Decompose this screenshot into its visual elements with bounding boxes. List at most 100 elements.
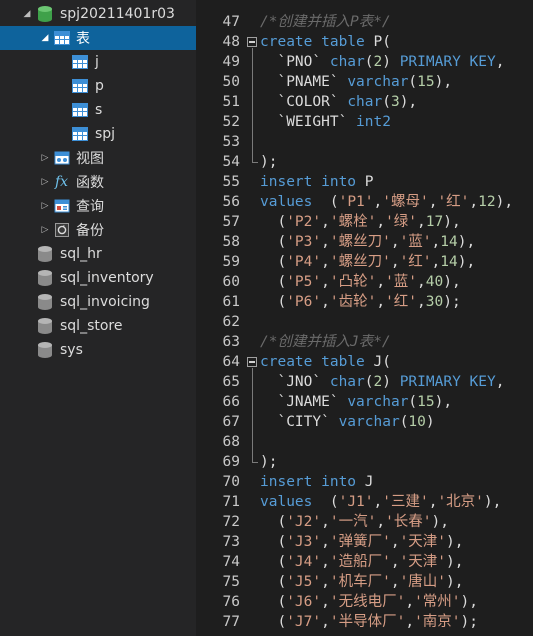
line-number: 59 [222, 254, 240, 270]
code-token: `PNAME` [260, 74, 348, 90]
expand-arrow-icon[interactable]: ◢ [22, 9, 32, 19]
line-number: 47 [222, 14, 240, 30]
tree-item-table-j[interactable]: j [0, 50, 196, 74]
code-token: create table [260, 34, 374, 50]
code-line[interactable]: ); [260, 452, 277, 472]
code-token: , [431, 234, 441, 250]
code-line[interactable]: create table P( [260, 32, 391, 52]
code-token: 17 [425, 214, 444, 230]
fold-toggle-icon[interactable] [247, 37, 257, 47]
code-token: varchar [347, 74, 409, 90]
tree-item-db-sys[interactable]: sys [0, 338, 196, 362]
tree-item-tables-folder[interactable]: ◢ 表 [0, 26, 196, 50]
code-line[interactable]: `JNO` char(2) PRIMARY KEY, [260, 372, 504, 392]
tree-item-db-sql-invoicing[interactable]: sql_invoicing [0, 290, 196, 314]
tree-item-database[interactable]: ◢ spj20211401r03 [0, 2, 196, 26]
line-number: 76 [222, 594, 240, 610]
line-number: 74 [222, 554, 240, 570]
code-token: 'P2' [286, 214, 322, 230]
code-token: `WEIGHT` [260, 114, 357, 130]
code-line[interactable]: ); [260, 152, 277, 172]
code-token: '北京' [437, 494, 484, 510]
tree-item-backups[interactable]: ▷ 备份 [0, 218, 196, 242]
code-line[interactable]: insert into J [260, 472, 374, 492]
code-token: 40 [425, 274, 444, 290]
code-line[interactable]: `COLOR` char(3), [260, 92, 417, 112]
code-line[interactable]: ('J3','弹簧厂','天津'), [260, 532, 463, 552]
code-line[interactable]: `WEIGHT` int2 [260, 112, 391, 132]
code-token: `JNAME` [260, 394, 348, 410]
backups-label: 备份 [76, 223, 104, 239]
code-token: ), [434, 394, 453, 410]
sql-editor[interactable]: 47 48 49 50 51 52 53 54 55 56 57 58 59 60 61 62 63 64 65 66… [196, 0, 533, 636]
line-number: 57 [222, 214, 240, 230]
code-token: ), [483, 494, 502, 510]
code-line[interactable]: ('P3','螺丝刀','蓝',14), [260, 232, 475, 252]
code-line[interactable]: ('J2','一汽','长春'), [260, 512, 449, 532]
code-line[interactable]: ('J7','半导体厂','南京'); [260, 612, 478, 632]
code-token: ); [260, 454, 278, 470]
line-number: 70 [222, 474, 240, 490]
code-token: 'J1' [338, 494, 374, 510]
tree-item-views[interactable]: ▷ 视图 [0, 146, 196, 170]
code-line[interactable]: create table J( [260, 352, 391, 372]
collapse-arrow-icon[interactable]: ▷ [40, 225, 50, 235]
code-line[interactable]: `PNO` char(2) PRIMARY KEY, [260, 52, 504, 72]
code-line[interactable]: /*创建并插入P表*/ [260, 12, 391, 32]
code-token: ), [399, 94, 418, 110]
code-token: J( [373, 354, 391, 370]
tree-item-db-sql-inventory[interactable]: sql_inventory [0, 266, 196, 290]
code-token: 15 [417, 394, 435, 410]
code-line[interactable]: `PNAME` varchar(15), [260, 72, 452, 92]
query-icon [54, 198, 70, 214]
tree-item-db-sql-hr[interactable]: sql_hr [0, 242, 196, 266]
tree-item-table-p[interactable]: p [0, 74, 196, 98]
code-token: create table [260, 354, 374, 370]
code-line[interactable]: /*创建并插入J表*/ [260, 332, 391, 352]
code-token: , [495, 54, 505, 70]
tree-item-queries[interactable]: ▷ 查询 [0, 194, 196, 218]
tree-item-table-spj[interactable]: spj [0, 122, 196, 146]
code-token: ), [460, 594, 478, 610]
code-token: char [347, 94, 383, 110]
code-token: , [376, 274, 386, 290]
code-line[interactable]: `JNAME` varchar(15), [260, 392, 452, 412]
fold-toggle-icon[interactable] [247, 357, 257, 367]
line-number-gutter: 47 48 49 50 51 52 53 54 55 56 57 58 59 60 61 62 63 64 65 66… [196, 0, 244, 636]
collapse-arrow-icon[interactable]: ▷ [40, 201, 50, 211]
code-line[interactable]: ('J4','造船厂','天津'), [260, 552, 463, 572]
collapse-arrow-icon[interactable]: ▷ [40, 153, 50, 163]
code-token: ); [260, 154, 278, 170]
tree-item-table-s[interactable]: s [0, 98, 196, 122]
code-line[interactable]: ('P4','螺丝刀','红',14), [260, 252, 475, 272]
code-line[interactable]: `CITY` varchar(10) [260, 412, 434, 432]
code-token: '天津' [399, 534, 447, 550]
code-token: , [390, 554, 400, 570]
code-line[interactable]: ('P5','凸轮','蓝',40), [260, 272, 460, 292]
code-line[interactable]: ('J6','无线电厂','常州'), [260, 592, 478, 612]
collapse-arrow-icon[interactable]: ▷ [40, 177, 50, 187]
line-number: 51 [222, 94, 240, 110]
fold-guide-line [252, 48, 253, 162]
code-token: 15 [417, 74, 435, 90]
line-number: 69 [222, 454, 240, 470]
expand-arrow-icon[interactable]: ◢ [40, 33, 50, 43]
code-token: '蓝' [385, 274, 418, 290]
code-token: /*创建并插入P表*/ [260, 14, 391, 30]
table-folder-icon [54, 31, 70, 45]
code-line[interactable]: ('J5','机车厂','唐山'), [260, 572, 464, 592]
line-number: 48 [222, 34, 240, 50]
code-line[interactable]: ('P2','螺栓','绿',17), [260, 212, 460, 232]
tree-item-functions[interactable]: ▷ fx 函数 [0, 170, 196, 194]
code-line[interactable]: values ('P1','螺母','红',12), [260, 192, 513, 212]
code-line[interactable]: insert into P [260, 172, 374, 192]
code-line[interactable]: ('P6','齿轮','红',30); [260, 292, 460, 312]
line-number: 52 [222, 114, 240, 130]
code-token: ), [446, 574, 464, 590]
line-number: 54 [222, 154, 240, 170]
code-token: 'P1' [338, 194, 374, 210]
tree-item-db-sql-store[interactable]: sql_store [0, 314, 196, 338]
code-token: 10 [408, 414, 426, 430]
code-line[interactable]: values ('J1','三建','北京'), [260, 492, 501, 512]
code-token: 'P5' [286, 274, 322, 290]
